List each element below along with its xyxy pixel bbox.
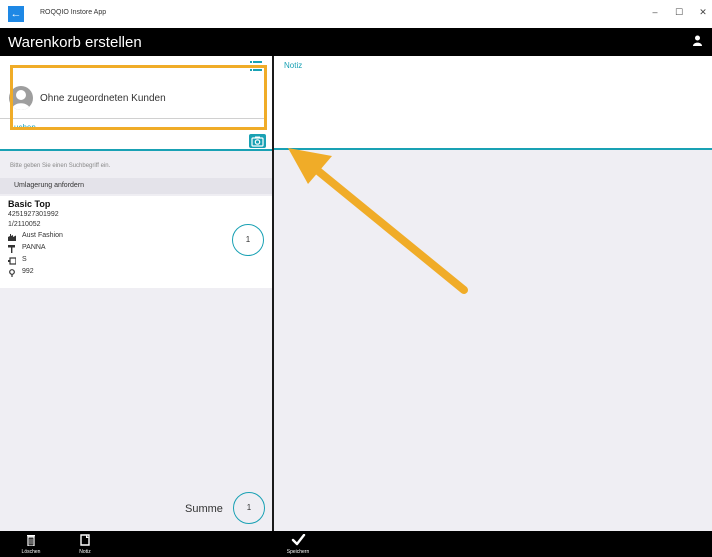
app-header: Warenkorb erstellen [0, 28, 712, 56]
paint-roller-icon [8, 245, 15, 253]
summe-value: 1 [233, 492, 265, 524]
product-article-number: 1/2110052 [8, 221, 41, 228]
app-title: ROQQIO Instore App [40, 9, 107, 16]
page-title: Warenkorb erstellen [8, 34, 142, 51]
note-pane: Notiz [274, 56, 712, 531]
delete-label: Löschen [21, 549, 41, 555]
product-name: Basic Top [8, 199, 51, 209]
note-button-label: Notiz [79, 549, 91, 555]
quantity-button[interactable]: 1 [232, 224, 264, 256]
search-hint: Bitte geben Sie einen Suchbegriff ein. [10, 163, 111, 169]
trash-icon [27, 535, 35, 546]
accent-divider [0, 149, 272, 151]
product-ean: 4251927301992 [8, 211, 59, 218]
camera-icon[interactable] [249, 134, 266, 148]
note-button[interactable]: Notiz [68, 533, 102, 557]
bottom-app-bar: Löschen Notiz Speichern [0, 531, 712, 557]
note-label: Notiz [284, 61, 303, 70]
save-button[interactable]: Speichern [281, 533, 315, 557]
note-icon [80, 534, 90, 546]
product-size: S [22, 256, 27, 263]
note-field[interactable]: Notiz [274, 56, 712, 148]
umlagerung-label: Umlagerung anfordern [14, 182, 85, 189]
maximize-button[interactable]: ☐ [672, 7, 686, 18]
user-account-icon[interactable] [693, 35, 702, 47]
delete-button[interactable]: Löschen [14, 533, 48, 557]
product-supplier: Aust Fashion [22, 232, 63, 239]
cart-item[interactable]: Basic Top 4251927301992 1/2110052 Aust F… [0, 196, 272, 288]
size-tag-icon [8, 257, 16, 265]
summe-label: Summe [185, 503, 223, 515]
back-arrow-icon[interactable]: ← [8, 6, 24, 22]
cart-pane: Ohne zugeordneten Kunden uchen Bitte geb… [0, 56, 272, 531]
location-pin-icon [9, 269, 15, 277]
close-button[interactable]: ✕ [696, 7, 710, 18]
annotation-highlight-box [10, 65, 267, 130]
product-location: 992 [22, 268, 34, 275]
checkmark-icon [291, 534, 306, 546]
save-label: Speichern [286, 549, 310, 555]
product-color: PANNA [22, 244, 46, 251]
umlagerung-row[interactable]: Umlagerung anfordern [0, 178, 272, 194]
accent-divider [274, 148, 712, 150]
minimize-button[interactable]: – [648, 7, 662, 17]
factory-icon [8, 234, 16, 241]
window-titlebar: ← ROQQIO Instore App – ☐ ✕ [0, 0, 712, 28]
